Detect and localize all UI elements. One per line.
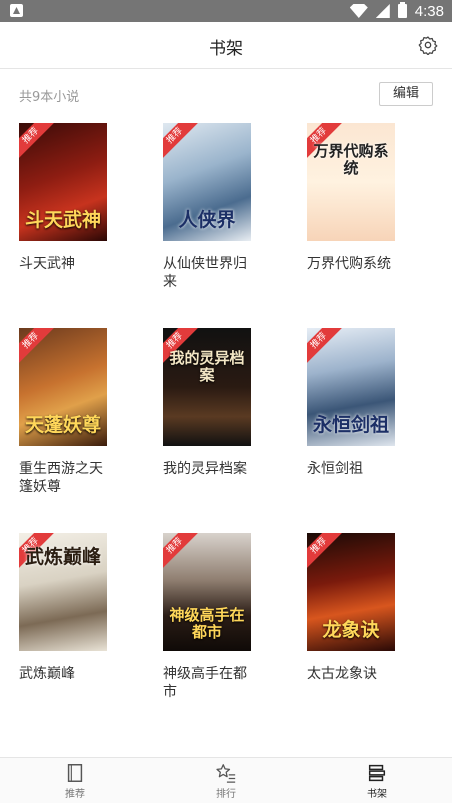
book-title[interactable]: 万界代购系统 (307, 255, 395, 273)
tab-label: 排行 (216, 789, 236, 800)
shelf-icon (368, 764, 386, 782)
page-title: 书架 (209, 39, 243, 59)
book-cover[interactable]: 推荐 神级高手在都市 (163, 533, 251, 651)
book-cover[interactable]: 推荐 斗天武神 (19, 123, 107, 241)
cover-text: 我的灵异档案 (169, 349, 245, 384)
status-icons: 4:38 (349, 2, 444, 20)
book-title[interactable]: 永恒剑祖 (307, 460, 395, 478)
book-title[interactable]: 重生西游之天篷妖尊 (19, 460, 107, 496)
book-item[interactable]: 推荐 人侠界 从仙侠世界归来 (163, 123, 273, 291)
bottom-nav: 推荐 排行 书架 (0, 757, 452, 803)
book-item[interactable]: 推荐 龙象诀 太古龙象诀 (307, 533, 417, 683)
recommend-badge: 推荐 (19, 123, 56, 161)
edit-button[interactable]: 编辑 (379, 82, 433, 106)
tab-ranking[interactable]: 排行 (186, 758, 266, 803)
tab-label: 推荐 (65, 789, 85, 800)
cover-text: 万界代购系统 (313, 142, 389, 177)
book-cover[interactable]: 推荐 天蓬妖尊 (19, 328, 107, 446)
recommend-badge: 推荐 (307, 533, 344, 571)
book-cover[interactable]: 推荐 武炼巅峰 (19, 533, 107, 651)
book-cover[interactable]: 推荐 人侠界 (163, 123, 251, 241)
book-item[interactable]: 推荐 我的灵异档案 我的灵异档案 (163, 328, 273, 478)
book-cover[interactable]: 推荐 永恒剑祖 (307, 328, 395, 446)
battery-icon (397, 2, 407, 18)
book-title[interactable]: 太古龙象诀 (307, 665, 395, 683)
book-item[interactable]: 推荐 永恒剑祖 永恒剑祖 (307, 328, 417, 478)
book-title[interactable]: 神级高手在都市 (163, 665, 251, 701)
star-list-icon (216, 764, 236, 783)
app-header: 书架 (0, 22, 452, 69)
recommend-badge: 推荐 (307, 328, 344, 366)
recommend-badge: 推荐 (163, 123, 200, 161)
book-cover[interactable]: 推荐 我的灵异档案 (163, 328, 251, 446)
cover-text: 武炼巅峰 (24, 546, 101, 568)
book-item[interactable]: 推荐 斗天武神 斗天武神 (19, 123, 129, 273)
tab-label: 书架 (367, 789, 387, 800)
shelf-info-row: 共9本小说 编辑 (0, 80, 452, 108)
book-item[interactable]: 推荐 神级高手在都市 神级高手在都市 (163, 533, 273, 701)
wifi-icon (349, 4, 368, 18)
signal-icon (375, 4, 390, 18)
cover-text: 龙象诀 (322, 619, 380, 641)
cover-text: 天蓬妖尊 (24, 414, 101, 436)
book-icon (67, 764, 83, 782)
status-time: 4:38 (414, 2, 444, 20)
cover-text: 人侠界 (178, 209, 236, 231)
cover-text: 斗天武神 (24, 209, 101, 231)
book-item[interactable]: 推荐 万界代购系统 万界代购系统 (307, 123, 417, 273)
book-cover[interactable]: 推荐 万界代购系统 (307, 123, 395, 241)
cover-text: 神级高手在都市 (169, 606, 245, 641)
book-cover[interactable]: 推荐 龙象诀 (307, 533, 395, 651)
status-bar: 4:38 (0, 0, 452, 22)
book-title[interactable]: 从仙侠世界归来 (163, 255, 251, 291)
tab-bookshelf[interactable]: 书架 (337, 758, 417, 803)
book-item[interactable]: 推荐 天蓬妖尊 重生西游之天篷妖尊 (19, 328, 129, 496)
book-title[interactable]: 斗天武神 (19, 255, 107, 273)
settings-gear-icon[interactable] (418, 35, 438, 55)
book-count-label: 共9本小说 (19, 90, 80, 105)
cover-text: 永恒剑祖 (312, 414, 389, 436)
tab-recommend[interactable]: 推荐 (35, 758, 115, 803)
book-title[interactable]: 武炼巅峰 (19, 665, 107, 683)
recommend-badge: 推荐 (19, 328, 56, 366)
book-title[interactable]: 我的灵异档案 (163, 460, 251, 478)
notification-icon (10, 4, 23, 17)
recommend-badge: 推荐 (163, 533, 200, 571)
book-item[interactable]: 推荐 武炼巅峰 武炼巅峰 (19, 533, 129, 683)
